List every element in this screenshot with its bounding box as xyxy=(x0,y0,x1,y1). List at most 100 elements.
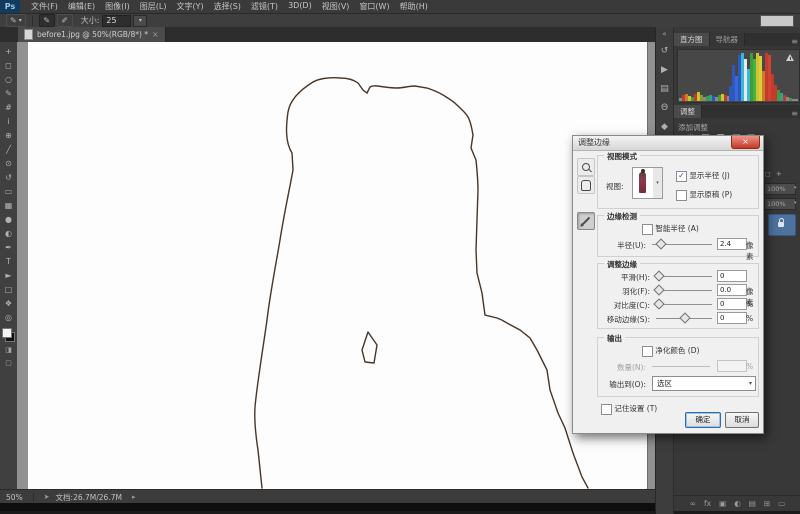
menu-select[interactable]: 选择(S) xyxy=(209,1,246,12)
adjustment-layer-icon[interactable]: ◐ xyxy=(734,499,741,508)
slider-thumb[interactable] xyxy=(653,270,664,281)
chevron-down-icon[interactable]: ▾ xyxy=(794,182,800,194)
layers-lock-position-icon[interactable]: + xyxy=(776,170,782,178)
menu-image[interactable]: 图像(I) xyxy=(100,1,135,12)
view-mode-thumbnail[interactable] xyxy=(632,167,654,199)
tool-type-icon[interactable]: T xyxy=(2,255,15,268)
brush-size-input[interactable]: 25 xyxy=(102,15,131,27)
tool-hand-icon[interactable]: ❖ xyxy=(2,297,15,310)
dialog-zoom-tool[interactable] xyxy=(577,158,595,176)
workspace-switcher[interactable] xyxy=(760,15,794,27)
histogram-refresh-warning-icon[interactable] xyxy=(786,54,794,61)
feather-value[interactable]: 0.0 xyxy=(717,284,747,296)
contrast-slider[interactable] xyxy=(656,304,712,305)
link-layers-icon[interactable]: ∞ xyxy=(690,499,696,508)
quick-mask-icon[interactable]: ◨ xyxy=(2,343,15,356)
menu-view[interactable]: 视图(V) xyxy=(317,1,355,12)
tool-eyedropper-icon[interactable]: i xyxy=(2,115,15,128)
tool-pen-icon[interactable]: ✒ xyxy=(2,241,15,254)
menu-3d[interactable]: 3D(D) xyxy=(283,1,317,12)
tool-marquee-icon[interactable]: ◻ xyxy=(2,59,15,72)
expand-panels-icon[interactable]: « xyxy=(662,30,666,38)
layer-opacity-field[interactable]: 100% xyxy=(764,183,796,195)
color-swatches[interactable] xyxy=(2,328,15,342)
tool-dodge-icon[interactable]: ◐ xyxy=(2,227,15,240)
layer-group-icon[interactable]: ▤ xyxy=(749,499,756,508)
shift-edge-slider[interactable] xyxy=(656,318,712,319)
tool-path-select-icon[interactable]: ► xyxy=(2,269,15,282)
chevron-down-icon[interactable]: ▾ xyxy=(794,197,800,209)
tool-zoom-icon[interactable]: ◎ xyxy=(2,311,15,324)
radius-value[interactable]: 2.4 xyxy=(717,238,747,250)
delete-layer-icon[interactable]: ▭ xyxy=(778,499,785,508)
new-layer-icon[interactable]: ⊞ xyxy=(764,499,770,508)
document-canvas[interactable] xyxy=(28,42,648,490)
menu-layer[interactable]: 图层(L) xyxy=(135,1,172,12)
layer-fill-field[interactable]: 100% xyxy=(764,198,796,210)
screen-mode-icon[interactable]: ▢ xyxy=(2,356,15,369)
contrast-value[interactable]: 0 xyxy=(717,298,747,310)
foreground-color-swatch[interactable] xyxy=(2,328,12,338)
tool-blur-icon[interactable]: ● xyxy=(2,213,15,226)
panel-menu-icon[interactable]: ≡ xyxy=(791,37,798,46)
remember-settings-checkbox[interactable] xyxy=(601,404,612,415)
tab-navigator[interactable]: 导航器 xyxy=(710,33,746,46)
status-flyout-icon[interactable]: ▸ xyxy=(132,493,136,501)
brush-preset-picker[interactable]: ✎ ▾ xyxy=(6,14,26,27)
smart-radius-checkbox[interactable] xyxy=(642,224,653,235)
tool-healing-icon[interactable]: ⊕ xyxy=(2,129,15,142)
refine-brush-toggle[interactable]: ✎ xyxy=(39,14,55,27)
menu-edit[interactable]: 编辑(E) xyxy=(63,1,100,12)
decontaminate-row[interactable]: 净化颜色 (D) xyxy=(642,345,699,357)
dialog-hand-tool[interactable] xyxy=(577,176,595,194)
view-mode-dropdown[interactable]: ▾ xyxy=(653,167,663,199)
tool-gradient-icon[interactable]: ▦ xyxy=(2,199,15,212)
dialog-close-button[interactable]: × xyxy=(731,136,760,149)
tool-history-brush-icon[interactable]: ↺ xyxy=(2,171,15,184)
show-radius-checkbox[interactable]: ✓ xyxy=(676,171,687,182)
remember-settings-row[interactable]: 记住设置 (T) xyxy=(601,403,657,415)
tool-eraser-icon[interactable]: ▭ xyxy=(2,185,15,198)
ok-button[interactable]: 确定 xyxy=(685,412,721,428)
shift-edge-value[interactable]: 0 xyxy=(717,312,747,324)
slider-thumb[interactable] xyxy=(653,284,664,295)
actions-panel-icon[interactable]: ▶ xyxy=(661,65,668,75)
tool-clone-stamp-icon[interactable]: ⊙ xyxy=(2,157,15,170)
menu-help[interactable]: 帮助(H) xyxy=(395,1,433,12)
document-tab[interactable]: before1.jpg @ 50%(RGB/8*) * × xyxy=(18,27,166,42)
cancel-button[interactable]: 取消 xyxy=(725,412,759,428)
brush-panel-icon[interactable]: ▤ xyxy=(660,84,669,94)
info-panel-icon[interactable]: Θ xyxy=(661,103,668,113)
tab-histogram[interactable]: 直方图 xyxy=(674,33,710,46)
show-original-checkbox[interactable] xyxy=(676,190,687,201)
tool-lasso-icon[interactable]: ○ xyxy=(2,73,15,86)
tool-crop-icon[interactable]: # xyxy=(2,101,15,114)
tool-quick-select-icon[interactable]: ✎ xyxy=(2,87,15,100)
layers-lock-transparency-icon[interactable]: ◻ xyxy=(765,170,771,178)
menu-type[interactable]: 文字(Y) xyxy=(171,1,208,12)
panel-menu-icon[interactable]: ≡ xyxy=(791,109,798,118)
smooth-value[interactable]: 0 xyxy=(717,270,747,282)
menu-filter[interactable]: 滤镜(T) xyxy=(246,1,283,12)
radius-slider[interactable] xyxy=(652,244,712,245)
slider-thumb[interactable] xyxy=(653,298,664,309)
tool-brush-icon[interactable]: ╱ xyxy=(2,143,15,156)
show-original-row[interactable]: 显示原稿 (P) xyxy=(676,189,732,201)
tab-adjustments[interactable]: 调整 xyxy=(674,105,702,118)
tool-move-icon[interactable]: + xyxy=(2,45,15,58)
erase-refinements-toggle[interactable]: ✐ xyxy=(57,14,73,27)
slider-thumb[interactable] xyxy=(679,312,690,323)
layer-mask-icon[interactable]: ▣ xyxy=(719,499,726,508)
output-to-select[interactable]: 选区 ▾ xyxy=(652,376,756,391)
lock-all-button[interactable] xyxy=(768,214,796,236)
slider-thumb[interactable] xyxy=(656,238,667,249)
brush-size-dropdown[interactable]: ▾ xyxy=(133,15,147,27)
close-icon[interactable]: × xyxy=(152,30,159,39)
decontaminate-checkbox[interactable] xyxy=(642,346,653,357)
smooth-slider[interactable] xyxy=(656,276,712,277)
refine-radius-tool[interactable] xyxy=(577,212,595,230)
smart-radius-row[interactable]: 智能半径 (A) xyxy=(642,223,699,235)
history-panel-icon[interactable]: ↺ xyxy=(661,46,669,56)
zoom-level-field[interactable]: 50% xyxy=(0,493,29,502)
menu-window[interactable]: 窗口(W) xyxy=(354,1,394,12)
